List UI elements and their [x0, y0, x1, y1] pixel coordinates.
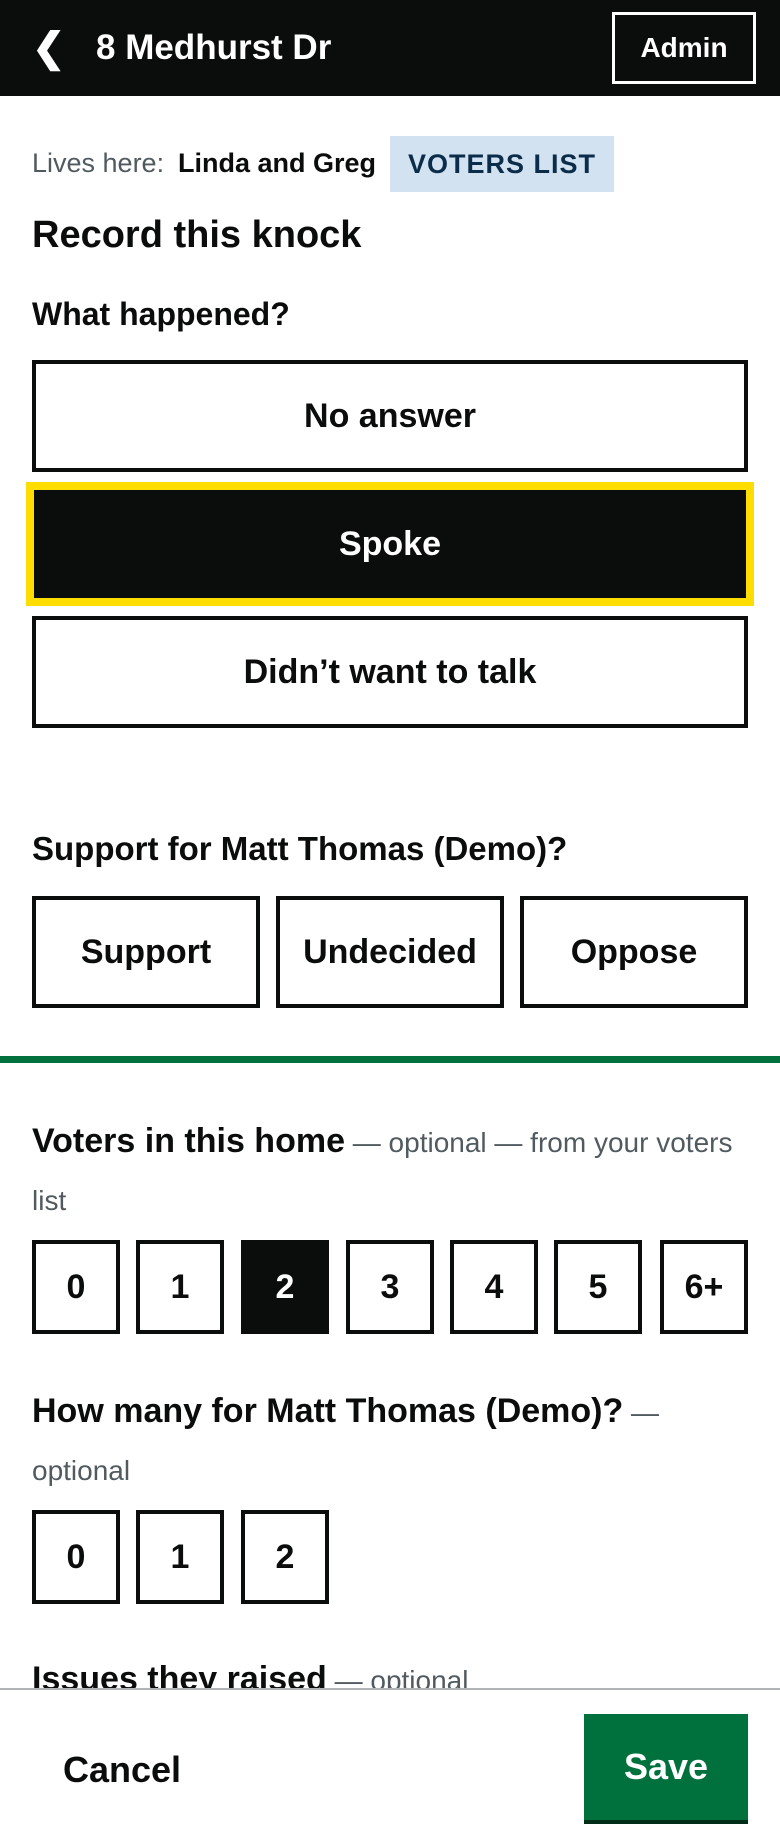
app-header: ❮ 8 Medhurst Dr Admin [0, 0, 780, 96]
record-knock-heading: Record this knock [32, 214, 362, 256]
knock-record-screen: ❮ 8 Medhurst Dr Admin Lives here: Linda … [0, 0, 780, 1840]
lives-here-label: Lives here: [32, 148, 165, 178]
voters-count-option[interactable]: 3 [346, 1240, 434, 1334]
supporter-count-option[interactable]: 1 [136, 1510, 224, 1604]
what-happened-question: What happened? [32, 296, 290, 332]
admin-button[interactable]: Admin [612, 12, 756, 84]
voters-in-home-heading: Voters in this home — optional — from yo… [32, 1112, 748, 1230]
section-divider [0, 1056, 780, 1063]
page-title: 8 Medhurst Dr [96, 28, 332, 67]
resident-names: Linda and Greg [178, 148, 377, 178]
voters-count-option-selected[interactable]: 2 [241, 1240, 329, 1334]
outcome-no-answer-button[interactable]: No answer [32, 360, 748, 472]
oppose-button[interactable]: Oppose [520, 896, 748, 1008]
support-question: Support for Matt Thomas (Demo)? [32, 830, 568, 867]
voters-count-option[interactable]: 1 [136, 1240, 224, 1334]
outcome-didnt-want-to-talk-button[interactable]: Didn’t want to talk [32, 616, 748, 728]
how-many-label: How many for Matt Thomas (Demo)? [32, 1392, 624, 1430]
cancel-button[interactable]: Cancel [32, 1730, 212, 1810]
action-footer: Cancel Save [0, 1688, 780, 1840]
back-chevron-icon[interactable]: ❮ [32, 24, 72, 72]
support-button[interactable]: Support [32, 896, 260, 1008]
supporter-count-option[interactable]: 2 [241, 1510, 329, 1604]
voters-count-option[interactable]: 4 [450, 1240, 538, 1334]
how-many-heading: How many for Matt Thomas (Demo)? — optio… [32, 1382, 748, 1500]
voters-list-tag: VOTERS LIST [390, 136, 614, 192]
outcome-spoke-button[interactable]: Spoke [26, 482, 754, 606]
voters-count-option[interactable]: 0 [32, 1240, 120, 1334]
voters-count-option[interactable]: 6+ [660, 1240, 748, 1334]
save-button[interactable]: Save [584, 1714, 748, 1820]
undecided-button[interactable]: Undecided [276, 896, 504, 1008]
voters-count-option[interactable]: 5 [554, 1240, 642, 1334]
voters-in-home-label: Voters in this home [32, 1122, 345, 1160]
supporter-count-option[interactable]: 0 [32, 1510, 120, 1604]
